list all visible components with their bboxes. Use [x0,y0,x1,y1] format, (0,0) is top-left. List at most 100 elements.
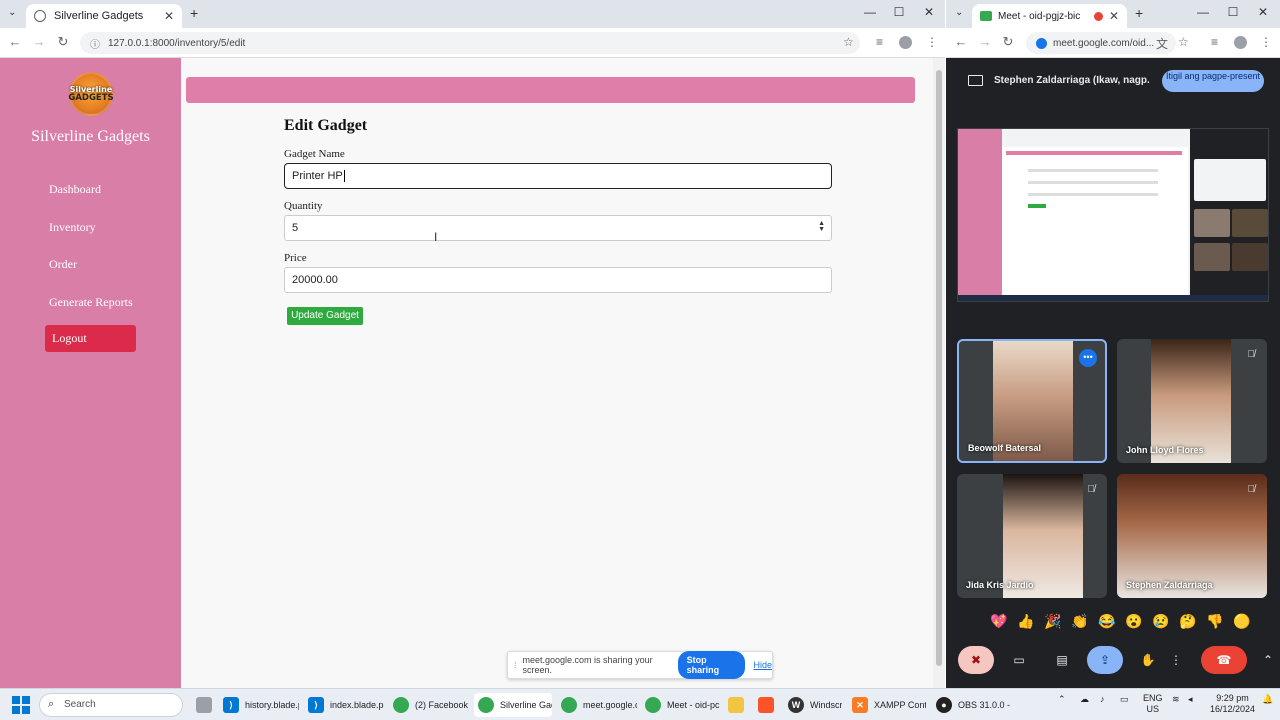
sound-icon[interactable]: ♪ [1100,694,1105,704]
wifi-icon[interactable]: ≋ [1172,694,1180,705]
reaction-thumbs-down-icon[interactable]: 👎 [1204,613,1226,630]
taskbar-app-label: index.blade.pl [330,700,384,710]
back-icon[interactable]: ← [952,34,970,49]
reaction-sad-icon[interactable]: 😢 [1150,613,1172,630]
stop-presenting-button[interactable]: Itigil ang pagpe-present [1162,70,1264,92]
taskbar-app-facebook[interactable]: (2) Facebook - [389,693,469,717]
menu-kebab-icon[interactable]: ⋮ [926,35,938,49]
reaction-skin-tone-icon[interactable]: 🟡 [1231,613,1253,630]
tab-search-icon[interactable]: ⌄ [8,7,16,18]
stop-sharing-button[interactable]: Stop sharing [677,651,746,679]
profile-avatar-icon[interactable] [899,36,912,49]
close-tab-icon[interactable]: ✕ [164,9,174,23]
reload-icon[interactable]: ↻ [54,34,72,50]
lang-top: ENG [1143,693,1163,703]
taskbar-app-windscribe[interactable]: W Windscr [784,693,842,717]
forward-icon[interactable]: → [30,34,48,49]
battery-icon[interactable]: ▭ [1120,694,1129,705]
tab-silverline-gadgets[interactable]: Silverline Gadgets ✕ [26,4,182,28]
reaction-party-icon[interactable]: 🎉 [1042,613,1064,630]
taskbar-app-obs[interactable]: ● OBS 31.0.0 - P [932,693,1012,717]
close-tab-icon[interactable]: ✕ [1109,9,1119,23]
more-options-icon[interactable]: ••• [1079,349,1097,367]
meet-site-icon [1036,37,1047,49]
taskbar-app-brave[interactable] [754,693,778,717]
captions-button[interactable]: ▤ [1044,646,1080,674]
quantity-stepper[interactable]: 5 ▲ ▼ [284,215,832,241]
media-icon[interactable]: ≡ [1211,35,1218,49]
translate-icon[interactable]: 文 [1156,35,1168,52]
taskbar-app-meet-google[interactable]: meet.google.c [557,693,637,717]
leave-call-button[interactable]: ☎ [1201,646,1247,674]
quantity-value: 5 [292,222,299,234]
raise-hand-button[interactable]: ✋ [1130,646,1166,674]
speaker-icon[interactable]: ◂ [1188,694,1193,705]
page-scrollbar[interactable] [933,58,945,688]
meet-address-bar[interactable]: meet.google.com/oid... [1026,32,1176,54]
price-input[interactable]: 20000.00 [284,267,832,293]
tab-search-media-icon[interactable]: ≡ [876,35,883,49]
close-window-icon[interactable]: ✕ [914,5,944,19]
minimize-icon[interactable]: — [855,5,885,19]
taskbar-app-file-explorer[interactable] [724,693,748,717]
task-view-button[interactable] [192,693,212,717]
mic-off-button[interactable]: ✖ [958,646,994,674]
gadget-name-input[interactable]: Printer HP [284,163,832,189]
sidebar-item-order[interactable]: Order [49,257,77,272]
taskbar-app-vscode-history[interactable]: ⟩ history.blade.p [219,693,299,717]
sidebar-item-inventory[interactable]: Inventory [49,220,96,235]
drag-handle-icon[interactable]: ⁞ [514,660,517,670]
taskbar-app-meet[interactable]: Meet - oid-pc [641,693,721,717]
hide-link[interactable]: Hide [753,660,772,670]
new-tab-button[interactable]: + [1135,5,1143,21]
profile-avatar-icon[interactable] [1234,36,1247,49]
taskbar-app-silverline[interactable]: Silverline Gad [474,693,552,717]
minimize-icon[interactable]: — [1188,5,1218,19]
more-options-button[interactable]: ⋮ [1166,646,1186,674]
network-icon[interactable]: ☁ [1080,694,1089,705]
taskbar-app-xampp[interactable]: ✕ XAMPP Contr [848,693,926,717]
forward-icon[interactable]: → [976,34,994,49]
participant-tile[interactable]: 🎙̸ Stephen Zaldarriaga [1117,474,1267,598]
quantity-label: Quantity [284,200,323,212]
tab-meet[interactable]: Meet - oid-pgjz-bic ✕ [972,4,1127,28]
system-clock[interactable]: 9:29 pm 16/12/2024 [1210,693,1255,715]
present-button[interactable]: ⇪ [1087,646,1123,674]
logout-button[interactable]: Logout [45,325,136,352]
tray-chevron-icon[interactable]: ⌃ [1058,694,1066,705]
participant-tile[interactable]: 🎙̸ Jida Kris Jardio [957,474,1107,598]
participant-tile[interactable]: 🎙̸ John Lloyd Flores [1117,339,1267,463]
site-info-icon[interactable]: ⓘ [90,36,100,51]
maximize-icon[interactable]: ☐ [1218,5,1248,19]
chrome-icon [561,697,577,713]
close-window-icon[interactable]: ✕ [1248,5,1278,19]
camera-button[interactable]: ▭ [1001,646,1037,674]
tab-search-icon[interactable]: ⌄ [955,7,963,18]
scrollbar-thumb[interactable] [936,70,942,666]
sidebar-item-dashboard[interactable]: Dashboard [49,182,101,197]
windows-start-icon[interactable] [12,696,30,714]
update-gadget-button[interactable]: Update Gadget [287,307,363,325]
language-indicator[interactable]: ENG US [1143,693,1163,715]
reaction-heart-icon[interactable]: 💖 [988,613,1010,630]
bookmark-star-icon[interactable]: ☆ [843,35,854,49]
menu-kebab-icon[interactable]: ⋮ [1260,35,1272,49]
reaction-clap-icon[interactable]: 👏 [1069,613,1091,630]
maximize-icon[interactable]: ☐ [884,5,914,19]
new-tab-button[interactable]: + [190,5,198,21]
reload-icon[interactable]: ↻ [999,34,1017,50]
spinner-arrows-icon[interactable]: ▲ ▼ [818,220,825,233]
participant-tile[interactable]: ••• Beowolf Batersal [957,339,1107,463]
address-bar[interactable]: ⓘ 127.0.0.1:8000/inventory/5/edit [80,32,860,54]
reaction-laugh-icon[interactable]: 😂 [1096,613,1118,630]
reaction-thumbs-up-icon[interactable]: 👍 [1015,613,1037,630]
back-icon[interactable]: ← [6,34,24,49]
bookmark-star-icon[interactable]: ☆ [1178,35,1189,49]
reaction-surprised-icon[interactable]: 😮 [1123,613,1145,630]
expand-chevron-icon[interactable]: ⌃ [1260,646,1276,674]
taskbar-search-input[interactable]: ⌕ Search [39,693,183,717]
reaction-thinking-icon[interactable]: 🤔 [1177,613,1199,630]
notification-bell-icon[interactable]: 🔔 [1262,694,1273,705]
taskbar-app-vscode-index[interactable]: ⟩ index.blade.pl [304,693,384,717]
sidebar-item-generate-reports[interactable]: Generate Reports [49,295,133,310]
